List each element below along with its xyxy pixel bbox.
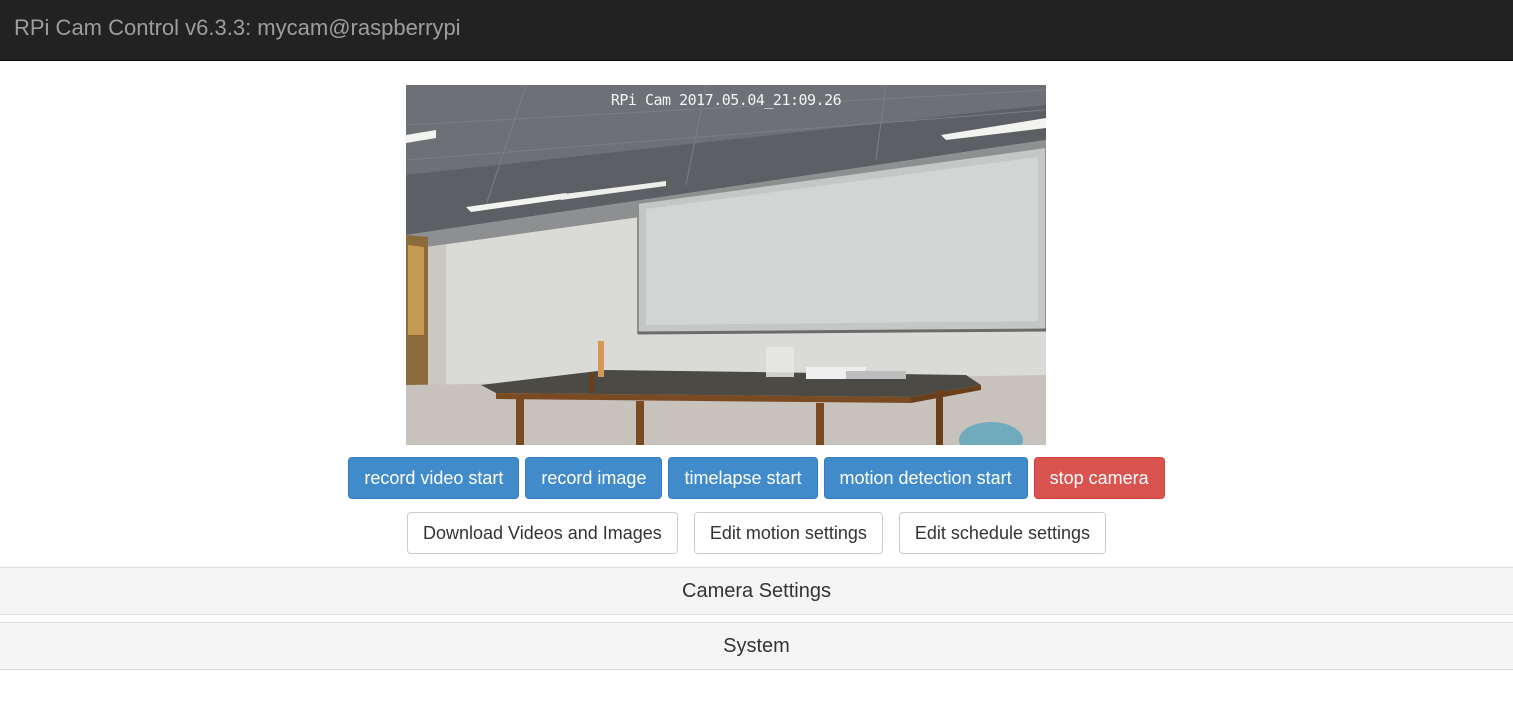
top-navbar: RPi Cam Control v6.3.3: mycam@raspberryp… xyxy=(0,0,1513,61)
motion-detection-start-button[interactable]: motion detection start xyxy=(823,457,1028,499)
download-videos-images-button[interactable]: Download Videos and Images xyxy=(406,512,678,554)
camera-preview-image[interactable]: RPi Cam 2017.05.04_21:09.26 xyxy=(406,85,1046,445)
stop-camera-button[interactable]: stop camera xyxy=(1033,457,1165,499)
page-title[interactable]: RPi Cam Control v6.3.3: mycam@raspberryp… xyxy=(14,15,461,41)
timelapse-start-button[interactable]: timelapse start xyxy=(668,457,818,499)
record-video-start-button[interactable]: record video start xyxy=(348,457,520,499)
timestamp-overlay: RPi Cam 2017.05.04_21:09.26 xyxy=(610,91,842,109)
system-panel-header[interactable]: System xyxy=(0,622,1513,670)
camera-preview-scene xyxy=(406,85,1046,445)
edit-motion-settings-button[interactable]: Edit motion settings xyxy=(693,512,883,554)
capture-controls: record video start record image timelapse … xyxy=(0,457,1513,499)
camera-settings-panel-header[interactable]: Camera Settings xyxy=(0,567,1513,615)
record-image-button[interactable]: record image xyxy=(525,457,663,499)
page-links: Download Videos and Images Edit motion se… xyxy=(0,512,1513,554)
edit-schedule-settings-button[interactable]: Edit schedule settings xyxy=(898,512,1106,554)
